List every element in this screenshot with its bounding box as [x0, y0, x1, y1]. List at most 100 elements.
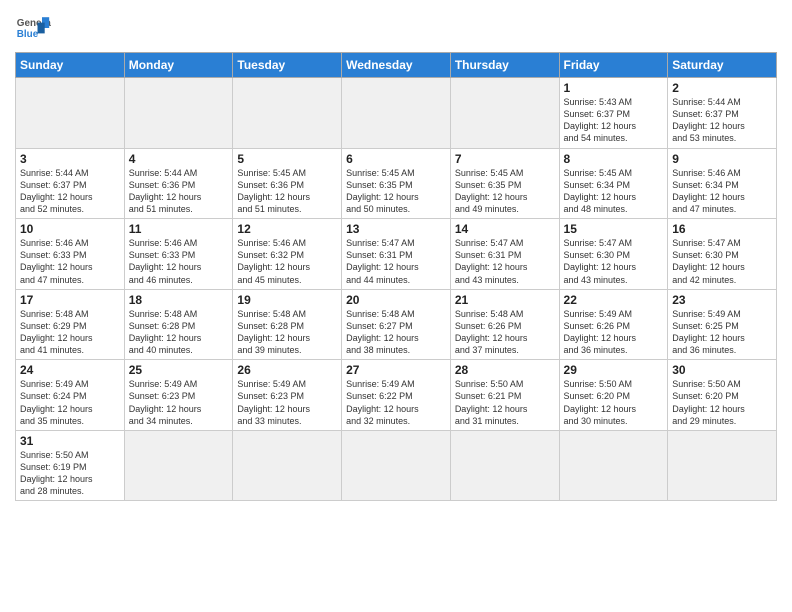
- day-number: 11: [129, 222, 229, 236]
- day-info: Sunrise: 5:45 AM Sunset: 6:35 PM Dayligh…: [455, 167, 555, 216]
- day-info: Sunrise: 5:48 AM Sunset: 6:28 PM Dayligh…: [129, 308, 229, 357]
- day-info: Sunrise: 5:48 AM Sunset: 6:29 PM Dayligh…: [20, 308, 120, 357]
- day-info: Sunrise: 5:45 AM Sunset: 6:35 PM Dayligh…: [346, 167, 446, 216]
- day-number: 2: [672, 81, 772, 95]
- day-number: 14: [455, 222, 555, 236]
- calendar-cell: [124, 430, 233, 501]
- calendar-cell: 23Sunrise: 5:49 AM Sunset: 6:25 PM Dayli…: [668, 289, 777, 360]
- day-info: Sunrise: 5:48 AM Sunset: 6:27 PM Dayligh…: [346, 308, 446, 357]
- week-row-1: 1Sunrise: 5:43 AM Sunset: 6:37 PM Daylig…: [16, 78, 777, 149]
- day-info: Sunrise: 5:48 AM Sunset: 6:26 PM Dayligh…: [455, 308, 555, 357]
- page: General Blue SundayMondayTuesdayWednesda…: [0, 0, 792, 511]
- day-number: 24: [20, 363, 120, 377]
- calendar-cell: 16Sunrise: 5:47 AM Sunset: 6:30 PM Dayli…: [668, 219, 777, 290]
- day-number: 19: [237, 293, 337, 307]
- calendar-cell: [16, 78, 125, 149]
- calendar-cell: 18Sunrise: 5:48 AM Sunset: 6:28 PM Dayli…: [124, 289, 233, 360]
- day-info: Sunrise: 5:49 AM Sunset: 6:22 PM Dayligh…: [346, 378, 446, 427]
- calendar-cell: 12Sunrise: 5:46 AM Sunset: 6:32 PM Dayli…: [233, 219, 342, 290]
- calendar-cell: 8Sunrise: 5:45 AM Sunset: 6:34 PM Daylig…: [559, 148, 668, 219]
- day-number: 10: [20, 222, 120, 236]
- day-info: Sunrise: 5:45 AM Sunset: 6:36 PM Dayligh…: [237, 167, 337, 216]
- day-number: 30: [672, 363, 772, 377]
- week-row-6: 31Sunrise: 5:50 AM Sunset: 6:19 PM Dayli…: [16, 430, 777, 501]
- day-info: Sunrise: 5:49 AM Sunset: 6:23 PM Dayligh…: [129, 378, 229, 427]
- day-number: 5: [237, 152, 337, 166]
- weekday-header-saturday: Saturday: [668, 53, 777, 78]
- day-number: 28: [455, 363, 555, 377]
- day-info: Sunrise: 5:50 AM Sunset: 6:20 PM Dayligh…: [672, 378, 772, 427]
- day-number: 3: [20, 152, 120, 166]
- day-number: 13: [346, 222, 446, 236]
- calendar-cell: [450, 430, 559, 501]
- day-info: Sunrise: 5:46 AM Sunset: 6:32 PM Dayligh…: [237, 237, 337, 286]
- day-info: Sunrise: 5:45 AM Sunset: 6:34 PM Dayligh…: [564, 167, 664, 216]
- day-number: 7: [455, 152, 555, 166]
- calendar-cell: 9Sunrise: 5:46 AM Sunset: 6:34 PM Daylig…: [668, 148, 777, 219]
- calendar-cell: 24Sunrise: 5:49 AM Sunset: 6:24 PM Dayli…: [16, 360, 125, 431]
- calendar-cell: 31Sunrise: 5:50 AM Sunset: 6:19 PM Dayli…: [16, 430, 125, 501]
- calendar-cell: [668, 430, 777, 501]
- day-number: 29: [564, 363, 664, 377]
- logo: General Blue: [15, 10, 51, 46]
- day-info: Sunrise: 5:49 AM Sunset: 6:23 PM Dayligh…: [237, 378, 337, 427]
- calendar-cell: 4Sunrise: 5:44 AM Sunset: 6:36 PM Daylig…: [124, 148, 233, 219]
- calendar-table: SundayMondayTuesdayWednesdayThursdayFrid…: [15, 52, 777, 501]
- calendar-body: 1Sunrise: 5:43 AM Sunset: 6:37 PM Daylig…: [16, 78, 777, 501]
- day-number: 18: [129, 293, 229, 307]
- weekday-row: SundayMondayTuesdayWednesdayThursdayFrid…: [16, 53, 777, 78]
- calendar-cell: 27Sunrise: 5:49 AM Sunset: 6:22 PM Dayli…: [342, 360, 451, 431]
- week-row-5: 24Sunrise: 5:49 AM Sunset: 6:24 PM Dayli…: [16, 360, 777, 431]
- calendar-cell: 15Sunrise: 5:47 AM Sunset: 6:30 PM Dayli…: [559, 219, 668, 290]
- calendar-cell: 22Sunrise: 5:49 AM Sunset: 6:26 PM Dayli…: [559, 289, 668, 360]
- day-info: Sunrise: 5:46 AM Sunset: 6:33 PM Dayligh…: [20, 237, 120, 286]
- calendar-cell: 13Sunrise: 5:47 AM Sunset: 6:31 PM Dayli…: [342, 219, 451, 290]
- weekday-header-sunday: Sunday: [16, 53, 125, 78]
- week-row-4: 17Sunrise: 5:48 AM Sunset: 6:29 PM Dayli…: [16, 289, 777, 360]
- day-info: Sunrise: 5:48 AM Sunset: 6:28 PM Dayligh…: [237, 308, 337, 357]
- week-row-3: 10Sunrise: 5:46 AM Sunset: 6:33 PM Dayli…: [16, 219, 777, 290]
- day-info: Sunrise: 5:46 AM Sunset: 6:34 PM Dayligh…: [672, 167, 772, 216]
- day-info: Sunrise: 5:44 AM Sunset: 6:37 PM Dayligh…: [20, 167, 120, 216]
- calendar-cell: [233, 430, 342, 501]
- day-info: Sunrise: 5:47 AM Sunset: 6:31 PM Dayligh…: [455, 237, 555, 286]
- calendar-cell: 17Sunrise: 5:48 AM Sunset: 6:29 PM Dayli…: [16, 289, 125, 360]
- weekday-header-monday: Monday: [124, 53, 233, 78]
- day-info: Sunrise: 5:47 AM Sunset: 6:31 PM Dayligh…: [346, 237, 446, 286]
- day-number: 20: [346, 293, 446, 307]
- calendar-cell: 1Sunrise: 5:43 AM Sunset: 6:37 PM Daylig…: [559, 78, 668, 149]
- day-number: 27: [346, 363, 446, 377]
- day-number: 15: [564, 222, 664, 236]
- calendar-cell: 14Sunrise: 5:47 AM Sunset: 6:31 PM Dayli…: [450, 219, 559, 290]
- calendar-cell: [233, 78, 342, 149]
- day-info: Sunrise: 5:47 AM Sunset: 6:30 PM Dayligh…: [564, 237, 664, 286]
- calendar-cell: 29Sunrise: 5:50 AM Sunset: 6:20 PM Dayli…: [559, 360, 668, 431]
- day-number: 4: [129, 152, 229, 166]
- calendar-cell: 5Sunrise: 5:45 AM Sunset: 6:36 PM Daylig…: [233, 148, 342, 219]
- day-info: Sunrise: 5:50 AM Sunset: 6:19 PM Dayligh…: [20, 449, 120, 498]
- calendar-cell: 3Sunrise: 5:44 AM Sunset: 6:37 PM Daylig…: [16, 148, 125, 219]
- calendar-cell: [559, 430, 668, 501]
- calendar-cell: 11Sunrise: 5:46 AM Sunset: 6:33 PM Dayli…: [124, 219, 233, 290]
- calendar-cell: 7Sunrise: 5:45 AM Sunset: 6:35 PM Daylig…: [450, 148, 559, 219]
- day-number: 6: [346, 152, 446, 166]
- calendar-cell: 21Sunrise: 5:48 AM Sunset: 6:26 PM Dayli…: [450, 289, 559, 360]
- day-info: Sunrise: 5:49 AM Sunset: 6:26 PM Dayligh…: [564, 308, 664, 357]
- day-number: 23: [672, 293, 772, 307]
- day-number: 9: [672, 152, 772, 166]
- weekday-header-tuesday: Tuesday: [233, 53, 342, 78]
- day-info: Sunrise: 5:47 AM Sunset: 6:30 PM Dayligh…: [672, 237, 772, 286]
- day-number: 22: [564, 293, 664, 307]
- day-number: 21: [455, 293, 555, 307]
- weekday-header-thursday: Thursday: [450, 53, 559, 78]
- weekday-header-friday: Friday: [559, 53, 668, 78]
- day-info: Sunrise: 5:49 AM Sunset: 6:24 PM Dayligh…: [20, 378, 120, 427]
- calendar-cell: 26Sunrise: 5:49 AM Sunset: 6:23 PM Dayli…: [233, 360, 342, 431]
- calendar-cell: [450, 78, 559, 149]
- logo-icon: General Blue: [15, 10, 51, 46]
- calendar-cell: 30Sunrise: 5:50 AM Sunset: 6:20 PM Dayli…: [668, 360, 777, 431]
- day-number: 31: [20, 434, 120, 448]
- calendar-cell: [342, 430, 451, 501]
- calendar-cell: 2Sunrise: 5:44 AM Sunset: 6:37 PM Daylig…: [668, 78, 777, 149]
- header: General Blue: [15, 10, 777, 46]
